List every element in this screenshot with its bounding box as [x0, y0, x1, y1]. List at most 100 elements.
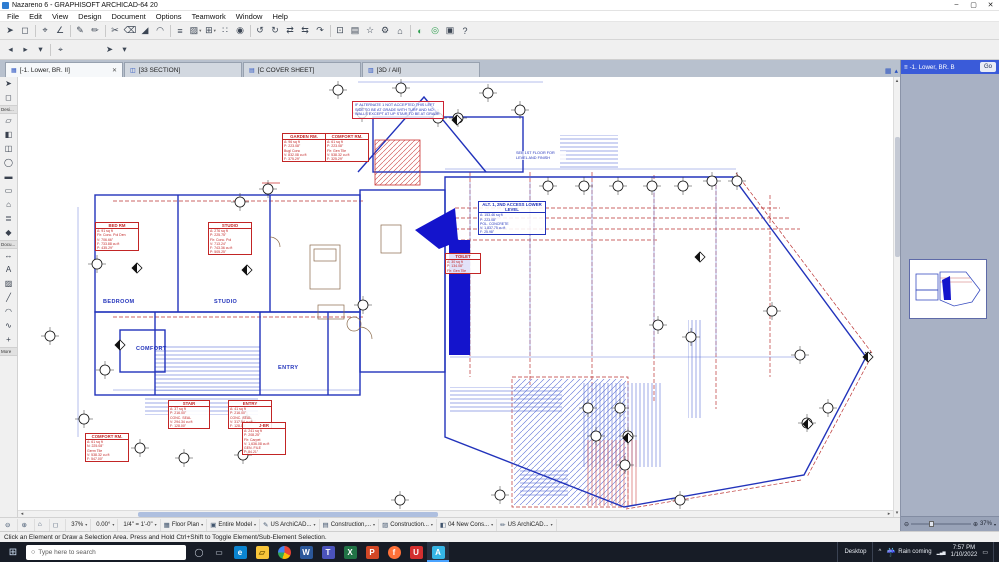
rotate-icon[interactable]: ↷ [313, 23, 328, 38]
nav-zoom-level[interactable]: 37% [980, 521, 992, 527]
teamwork-icon[interactable]: ◐ [413, 23, 428, 38]
weather-widget[interactable]: ☔ Rain coming [886, 548, 931, 557]
quick-overview-icon[interactable]: ▦ [885, 67, 892, 75]
text-tool[interactable]: A [0, 263, 17, 277]
trim-icon[interactable]: ◢ [138, 23, 153, 38]
taskbar-utorrent-icon[interactable]: U [405, 542, 427, 562]
scale-select[interactable]: 1/4" = 1'-0" ▾ [118, 518, 161, 531]
cortana-icon[interactable]: ◯ [189, 548, 209, 557]
taskbar-teams-icon[interactable]: T [317, 542, 339, 562]
favorites-select[interactable]: ✏ US ArchiCAD... ▾ [497, 518, 557, 531]
taskbar-chrome-icon[interactable] [273, 542, 295, 562]
line-tool[interactable]: ╱ [0, 291, 17, 305]
stair-direction-arrow[interactable] [415, 208, 470, 355]
pencil-icon[interactable]: ✎ [73, 23, 88, 38]
start-button[interactable]: ⊞ [0, 542, 26, 562]
fill-display-select[interactable]: ▨ Construction... ▾ [379, 518, 437, 531]
beam-tool[interactable]: ▬ [0, 170, 17, 184]
publish-icon[interactable]: ◎ [428, 23, 443, 38]
menu-item[interactable]: Edit [24, 12, 47, 21]
zoom-out-button[interactable]: ⊖ [2, 518, 19, 531]
mirror-icon[interactable]: ⇆ [298, 23, 313, 38]
object-tool[interactable]: ◆ [0, 226, 17, 240]
toolbar-icon[interactable] [170, 24, 171, 37]
close-button[interactable]: ✕ [982, 1, 999, 9]
taskbar-search[interactable]: ○ Type here to search [26, 544, 186, 560]
door-tool[interactable]: ◧ [0, 128, 17, 142]
taskbar-archicad-icon[interactable]: A [427, 542, 449, 562]
menu-item[interactable]: File [2, 12, 24, 21]
help-icon[interactable]: ? [458, 23, 473, 38]
taskbar-word-icon[interactable]: W [295, 542, 317, 562]
undo-icon[interactable]: ↺ [253, 23, 268, 38]
dimension-tool[interactable]: ↔ [0, 249, 17, 263]
grid-icon[interactable]: ⊞ ▾ [203, 23, 218, 38]
redo-icon[interactable]: ↻ [268, 23, 283, 38]
nav-zoom-caret[interactable]: ▾ [994, 522, 996, 527]
default-arrow-icon[interactable]: ➤ [102, 42, 117, 57]
scroll-left-icon[interactable]: ◂ [18, 511, 26, 517]
pen-set-select[interactable]: ✎ US ArchiCAD... ▾ [260, 518, 320, 531]
scroll-down-icon[interactable]: ▾ [894, 509, 900, 517]
taskbar-clock[interactable]: 7:57 PM 1/10/2022 [951, 545, 978, 560]
nav-back-icon[interactable]: ◂ [3, 42, 18, 57]
desktop-toolbar-label[interactable]: Desktop [837, 542, 874, 562]
navigator-preview[interactable] [909, 259, 987, 319]
arc-tool[interactable]: ◠ [0, 305, 17, 319]
toolbar-icon[interactable] [105, 24, 106, 37]
task-view-icon[interactable]: ▭ [209, 548, 229, 557]
rotation-select[interactable]: 0.00° ▾ [91, 518, 119, 531]
toolbar-icon[interactable] [50, 43, 51, 56]
scissors-icon[interactable]: ✂ [108, 23, 123, 38]
lineweight-icon[interactable]: ≡ [173, 23, 188, 38]
zoom-box-button[interactable]: ◻ [50, 518, 67, 531]
vscroll-thumb[interactable] [895, 137, 900, 257]
hscroll-thumb[interactable] [138, 512, 438, 517]
toolbar-icon[interactable] [250, 24, 251, 37]
fill-icon[interactable]: ▨ ▾ [188, 23, 203, 38]
snap-grid-icon[interactable]: ∷ [218, 23, 233, 38]
spline-tool[interactable]: ∿ [0, 319, 17, 333]
favorites-icon[interactable]: ☆ [363, 23, 378, 38]
origin-icon[interactable]: ⌖ [53, 42, 68, 57]
menu-item[interactable]: Help [267, 12, 292, 21]
menu-item[interactable]: Design [73, 12, 106, 21]
pointer-tool-icon[interactable]: ➤ [3, 23, 18, 38]
angle-snap-icon[interactable]: ∠ [53, 23, 68, 38]
pen-icon[interactable]: ✏ [88, 23, 103, 38]
toolbar-icon[interactable] [410, 24, 411, 37]
tab-id-all[interactable]: ▥ [3D / All] [362, 62, 480, 77]
fit-in-window-button[interactable]: ⌂ [35, 518, 50, 531]
tab-cover-sheet[interactable]: ▤ [C COVER SHEET] [243, 62, 361, 77]
tab-section[interactable]: ◫ [33 SECTION] [124, 62, 242, 77]
taskbar-firefox-icon[interactable]: f [383, 542, 405, 562]
arrow-tool[interactable]: ➤ [0, 77, 17, 91]
roof-tool[interactable]: ⌂ [0, 198, 17, 212]
stair-tool[interactable]: ≣ [0, 212, 17, 226]
nav-forward-icon[interactable]: ▸ [18, 42, 33, 57]
show-desktop-button[interactable] [993, 542, 997, 562]
horizontal-scrollbar[interactable]: ◂ ▸ [18, 510, 893, 517]
navigator-go-button[interactable]: Go [979, 62, 996, 72]
minimize-button[interactable]: – [948, 1, 965, 9]
fillet-icon[interactable]: ◠ [153, 23, 168, 38]
library-icon[interactable]: ⌂ [393, 23, 408, 38]
scroll-up-icon[interactable]: ▴ [894, 77, 900, 85]
taskbar-powerpoint-icon[interactable]: P [361, 542, 383, 562]
toolbar-icon[interactable] [35, 24, 36, 37]
fill-tool[interactable]: ▨ [0, 277, 17, 291]
settings-icon[interactable]: ⚙ [378, 23, 393, 38]
floor-plan-canvas[interactable]: IF ALTERNATE 1 NOT ACCEPTED THIS LEFT SI… [18, 77, 893, 510]
view-history-caret[interactable]: ▾ [33, 42, 48, 57]
zoom-level-select[interactable]: 37% ▾ [66, 518, 92, 531]
nav-zoom-in-icon[interactable]: ⊕ [973, 521, 978, 528]
nav-zoom-out-icon[interactable]: ⊖ [904, 521, 909, 528]
wall-tool[interactable]: ▱ [0, 114, 17, 128]
vertical-scrollbar[interactable]: ▴ ▾ [893, 77, 900, 517]
menu-item[interactable]: Teamwork [187, 12, 231, 21]
taskbar-excel-icon[interactable]: X [339, 542, 361, 562]
marquee-tool[interactable]: ◻ [0, 91, 17, 105]
marquee-tool-icon[interactable]: ◻ [18, 23, 33, 38]
navigator-menu-icon[interactable]: ≡ [904, 64, 908, 71]
scroll-right-icon[interactable]: ▸ [885, 511, 893, 517]
